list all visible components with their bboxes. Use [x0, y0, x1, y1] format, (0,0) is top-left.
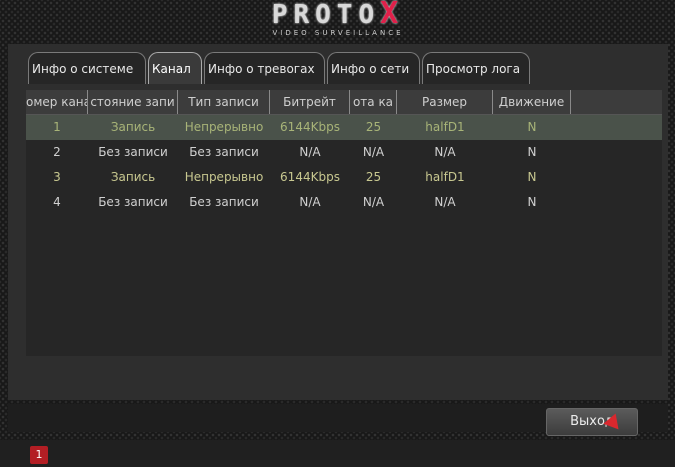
tab-bar: Инфо о системе Канал Инфо о тревогах Инф…	[28, 52, 530, 84]
table-row[interactable]: 1 Запись Непрерывно 6144Kbps 25 halfD1 N	[26, 115, 662, 140]
cell-type: Непрерывно	[184, 120, 264, 134]
brand-logo: PROTOX VIDEO SURVEILLANCE	[238, 0, 438, 38]
col-record-state[interactable]: стояние запи	[88, 90, 178, 114]
channel-table: омер кана стояние запи Тип записи Битрей…	[26, 90, 662, 356]
cell-size: N/A	[434, 145, 456, 159]
col-resolution[interactable]: Размер	[397, 90, 493, 114]
cell-size: N/A	[434, 195, 456, 209]
cell-type: Без записи	[189, 195, 259, 209]
cell-state: Без записи	[98, 195, 168, 209]
cell-bitrate: 6144Kbps	[280, 120, 340, 134]
cell-motion: N	[527, 170, 537, 184]
cell-motion: N	[527, 195, 537, 209]
table-row[interactable]: 4 Без записи Без записи N/A N/A N/A N	[26, 190, 662, 215]
cell-bitrate: N/A	[299, 145, 321, 159]
tab-log-view[interactable]: Просмотр лога	[422, 52, 530, 84]
table-header: омер кана стояние запи Тип записи Битрей…	[26, 90, 662, 115]
col-frame-rate[interactable]: ота ка	[350, 90, 397, 114]
cell-bitrate: N/A	[299, 195, 321, 209]
cell-motion: N	[527, 120, 537, 134]
logo-x-mark: X	[380, 0, 405, 31]
cell-fps: 25	[365, 170, 382, 184]
table-row[interactable]: 2 Без записи Без записи N/A N/A N/A N	[26, 140, 662, 165]
status-bar	[0, 440, 675, 467]
alarm-indicator-icon[interactable]: 1	[30, 446, 48, 464]
col-motion[interactable]: Движение	[493, 90, 571, 114]
col-record-type[interactable]: Тип записи	[178, 90, 270, 114]
exit-button[interactable]: Выход	[546, 408, 638, 436]
col-channel-number[interactable]: омер кана	[26, 90, 88, 114]
cell-state: Запись	[110, 170, 156, 184]
table-row[interactable]: 3 Запись Непрерывно 6144Kbps 25 halfD1 N	[26, 165, 662, 190]
tab-network-info[interactable]: Инфо о сети	[327, 52, 420, 84]
logo-brand-word: PROTO	[271, 0, 381, 30]
logo-text: PROTOX	[271, 0, 405, 31]
cell-channel: 3	[53, 170, 61, 184]
cell-fps: N/A	[362, 195, 385, 209]
cell-channel: 1	[53, 120, 61, 134]
cell-state: Без записи	[98, 145, 168, 159]
cell-channel: 4	[53, 195, 61, 209]
cell-size: halfD1	[425, 120, 465, 134]
tab-alarm-info[interactable]: Инфо о тревогах	[204, 52, 325, 84]
tab-channel[interactable]: Канал	[148, 52, 202, 84]
cell-fps: N/A	[362, 145, 385, 159]
cell-motion: N	[527, 145, 537, 159]
cell-fps: 25	[365, 120, 382, 134]
cell-state: Запись	[110, 120, 156, 134]
tab-system-info[interactable]: Инфо о системе	[28, 52, 146, 84]
cell-bitrate: 6144Kbps	[280, 170, 340, 184]
col-bitrate[interactable]: Битрейт	[270, 90, 350, 114]
logo-subtitle: VIDEO SURVEILLANCE	[272, 29, 404, 37]
cell-type: Непрерывно	[184, 170, 264, 184]
cell-type: Без записи	[189, 145, 259, 159]
cell-channel: 2	[53, 145, 61, 159]
cell-size: halfD1	[425, 170, 465, 184]
